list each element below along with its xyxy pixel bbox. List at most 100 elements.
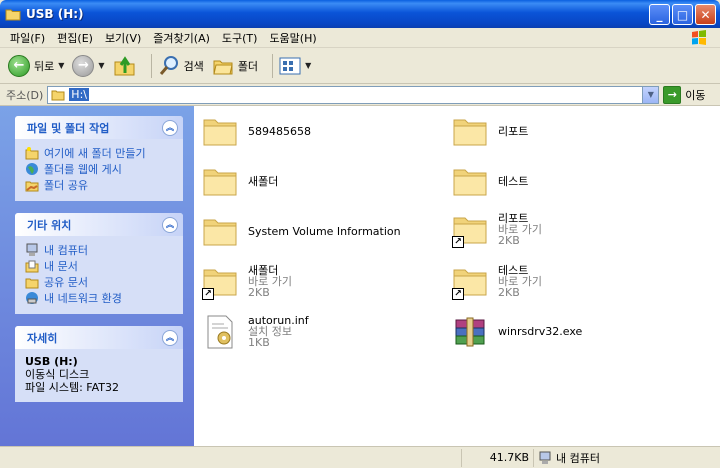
file-item[interactable]: 테스트 (452, 164, 528, 198)
menu-edit[interactable]: 편집(E) (51, 30, 99, 46)
menu-view[interactable]: 보기(V) (99, 30, 147, 46)
file-item[interactable]: 리포트 (452, 114, 528, 148)
chevron-down-icon[interactable]: ▼ (58, 61, 64, 70)
close-button[interactable]: ✕ (695, 4, 716, 25)
file-type: 설치 정보 (248, 324, 292, 338)
share-folder-icon (25, 181, 39, 192)
task-pane: 파일 및 폴더 작업 ︽ 여기에 새 폴더 만들기 폴더를 웹에 게시 폴더 공… (0, 106, 194, 446)
status-bar: 41.7KB 내 컴퓨터 (0, 446, 720, 468)
setup-info-file-icon (207, 315, 233, 349)
details-filesystem: 파일 시스템: FAT32 (25, 381, 120, 394)
chevron-down-icon[interactable]: ▼ (305, 61, 311, 70)
archive-file-icon (455, 317, 485, 347)
go-arrow-icon: → (663, 85, 682, 104)
file-name: 테스트 (498, 174, 529, 188)
file-name: 589485658 (248, 124, 311, 138)
shortcut-arrow-icon: ↗ (452, 236, 464, 248)
drive-icon (51, 90, 65, 100)
file-name: 리포트 (498, 211, 529, 225)
computer-icon (539, 451, 551, 464)
panel-title: 기타 위치 (27, 218, 72, 232)
file-item[interactable]: ↗ 리포트 바로 가기 2KB (452, 211, 542, 248)
globe-icon (26, 163, 38, 175)
back-button[interactable]: ← 뒤로 ▼ (8, 54, 64, 77)
file-view: 589485658 리포트 새폴더 테스트 System Volume Info… (194, 106, 720, 446)
place-shared-documents[interactable]: 공유 문서 (25, 274, 173, 290)
network-icon (26, 292, 38, 304)
minimize-button[interactable]: _ (649, 4, 670, 25)
windows-logo-icon (692, 30, 706, 45)
documents-icon (25, 260, 39, 273)
task-share-folder[interactable]: 폴더 공유 (25, 177, 173, 193)
place-my-documents[interactable]: 내 문서 (25, 258, 173, 274)
file-item[interactable]: autorun.inf 설치 정보 1KB (202, 313, 309, 349)
place-label: 내 네트워크 환경 (44, 292, 122, 305)
go-label: 이동 (685, 88, 706, 102)
folder-icon (5, 9, 21, 21)
details-name: USB (H:) (25, 355, 78, 368)
file-item[interactable]: 589485658 (202, 114, 311, 148)
title-bar[interactable]: USB (H:) _ □ ✕ (0, 0, 720, 28)
file-type: 바로 가기 (248, 274, 292, 288)
file-name: 새폴더 (248, 263, 279, 277)
up-folder-icon (114, 55, 135, 75)
file-item[interactable]: 새폴더 (202, 164, 278, 198)
task-publish-web[interactable]: 폴더를 웹에 게시 (25, 161, 173, 177)
file-item[interactable]: ↗ 테스트 바로 가기 2KB (452, 263, 542, 300)
menu-tools[interactable]: 도구(T) (216, 30, 264, 46)
file-size: 1KB (248, 335, 270, 349)
menu-favorites[interactable]: 즐겨찾기(A) (147, 30, 216, 46)
go-button[interactable]: → 이동 (663, 85, 706, 104)
details-type: 이동식 디스크 (25, 368, 90, 381)
shortcut-arrow-icon: ↗ (452, 288, 464, 300)
views-button[interactable]: ▼ (279, 56, 311, 76)
status-size: 41.7KB (462, 448, 534, 467)
shortcut-arrow-icon: ↗ (202, 288, 214, 300)
file-item[interactable]: winrsdrv32.exe (452, 314, 582, 348)
file-item[interactable]: System Volume Information (202, 214, 401, 248)
details-panel: 자세히 ︽ USB (H:) 이동식 디스크 파일 시스템: FAT32 (15, 326, 183, 402)
menu-help[interactable]: 도움말(H) (263, 30, 322, 46)
folder-icon (453, 119, 487, 146)
maximize-button[interactable]: □ (672, 4, 693, 25)
chevron-down-icon[interactable]: ▼ (98, 61, 104, 70)
folder-icon (203, 169, 237, 196)
collapse-chevron-icon[interactable]: ︽ (162, 119, 178, 136)
file-name: 테스트 (498, 263, 529, 277)
file-folder-tasks-panel: 파일 및 폴더 작업 ︽ 여기에 새 폴더 만들기 폴더를 웹에 게시 폴더 공… (15, 116, 183, 201)
place-network[interactable]: 내 네트워크 환경 (25, 290, 173, 306)
place-my-computer[interactable]: 내 컴퓨터 (25, 242, 173, 258)
address-dropdown-button[interactable]: ▼ (642, 86, 659, 103)
panel-header[interactable]: 파일 및 폴더 작업 ︽ (15, 116, 183, 139)
collapse-chevron-icon[interactable]: ︽ (162, 216, 178, 233)
file-name: System Volume Information (248, 224, 401, 238)
menu-file[interactable]: 파일(F) (4, 30, 51, 46)
folders-label: 폴더 (237, 59, 259, 73)
address-input[interactable]: H:\ ▼ (47, 85, 660, 104)
back-label: 뒤로 (34, 59, 55, 73)
file-size: 2KB (498, 233, 520, 247)
address-bar: 주소(D) H:\ ▼ → 이동 (0, 84, 720, 106)
file-name: autorun.inf (248, 313, 309, 327)
forward-button[interactable]: → ▼ (72, 54, 105, 77)
up-folder-button[interactable] (113, 54, 137, 78)
collapse-chevron-icon[interactable]: ︽ (162, 329, 178, 346)
file-item[interactable]: ↗ 새폴더 바로 가기 2KB (202, 263, 292, 300)
folders-icon (213, 60, 233, 74)
new-folder-icon (25, 147, 39, 160)
search-button[interactable]: 검색 (158, 55, 204, 77)
task-label: 폴더 공유 (44, 179, 88, 192)
back-arrow-icon: ← (8, 54, 30, 77)
search-label: 검색 (183, 59, 204, 73)
place-label: 공유 문서 (44, 276, 88, 289)
file-type: 바로 가기 (498, 274, 542, 288)
place-label: 내 컴퓨터 (44, 244, 88, 257)
folders-button[interactable]: 폴더 (212, 55, 258, 77)
window-title: USB (H:) (26, 7, 84, 21)
file-name: 리포트 (498, 124, 529, 138)
panel-header[interactable]: 자세히 ︽ (15, 326, 183, 349)
status-location-label: 내 컴퓨터 (556, 451, 600, 465)
other-places-panel: 기타 위치 ︽ 내 컴퓨터 내 문서 공유 문서 내 네트워크 환경 (15, 213, 183, 314)
panel-header[interactable]: 기타 위치 ︽ (15, 213, 183, 236)
task-new-folder[interactable]: 여기에 새 폴더 만들기 (25, 145, 173, 161)
